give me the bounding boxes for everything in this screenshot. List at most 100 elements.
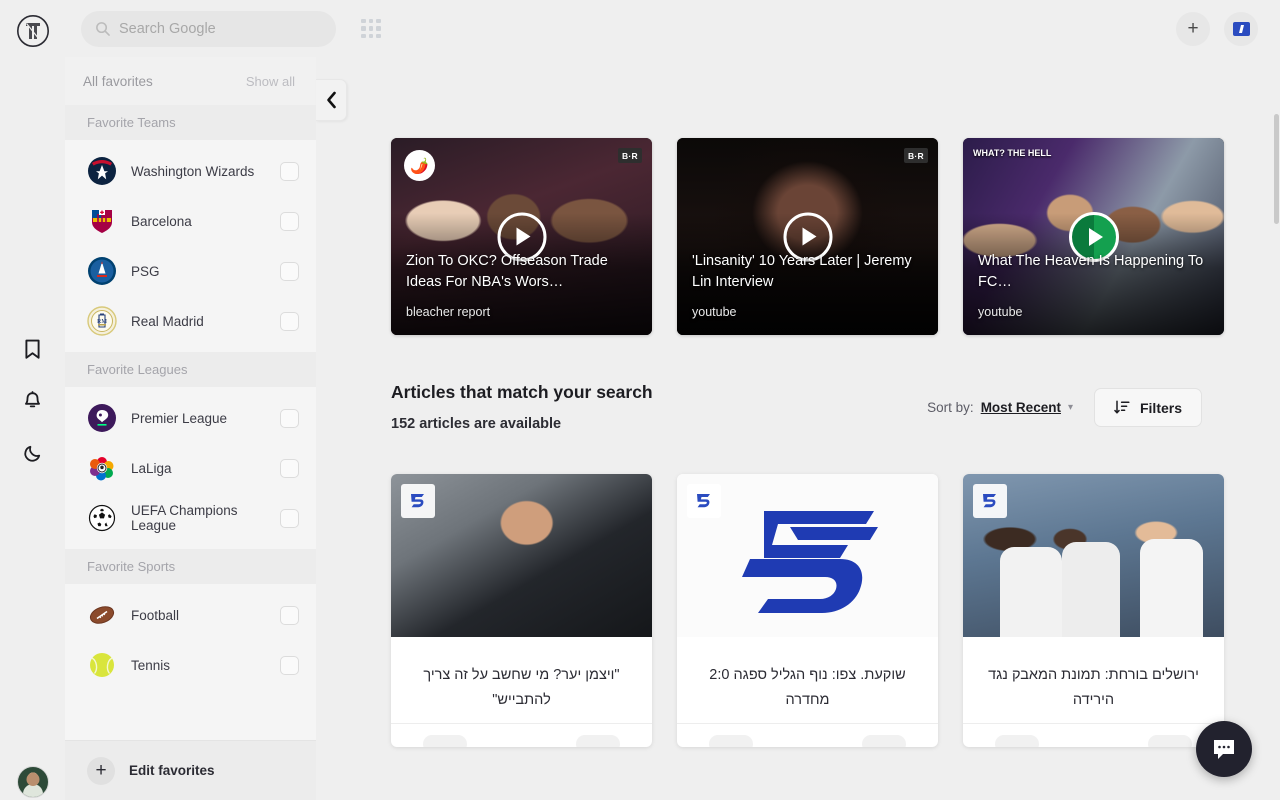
barcelona-logo	[87, 206, 117, 236]
favorites-section-title: Favorite Teams	[65, 105, 316, 140]
dark-mode-moon-icon[interactable]	[21, 440, 45, 466]
favorite-item-checkbox[interactable]	[280, 311, 299, 331]
search-input-wrapper[interactable]	[81, 10, 336, 47]
channel-avatar-icon: 🌶️	[404, 150, 435, 181]
article-action-pill[interactable]	[709, 735, 753, 747]
washington-wizards-logo	[87, 156, 117, 186]
video-card[interactable]: 🌶️ B·R Zion To OKC? Offseason Trade Idea…	[391, 138, 652, 335]
topbar-actions: +	[1176, 11, 1280, 46]
rail-icon-list	[0, 336, 65, 466]
chat-bubble-icon	[1214, 739, 1234, 759]
sort-by-dropdown[interactable]: Sort by: Most Recent ▾	[927, 400, 1073, 415]
article-footer	[963, 723, 1224, 747]
plus-icon: +	[1187, 18, 1199, 39]
favorites-section-items: Washington Wizards Barcelona PSG RM Real Mad…	[65, 140, 316, 352]
user-avatar[interactable]	[17, 766, 49, 798]
articles-controls: Sort by: Most Recent ▾ Filters	[927, 388, 1202, 432]
notifications-bell-icon[interactable]	[21, 388, 45, 414]
favorite-item-row[interactable]: Barcelona	[65, 196, 316, 246]
video-title: What The Heaven Is Happening To FC…	[978, 253, 1204, 290]
show-all-link[interactable]: Show all	[246, 74, 295, 89]
favorite-item-checkbox[interactable]	[280, 458, 299, 478]
favorite-item-checkbox[interactable]	[280, 605, 299, 625]
video-card[interactable]: B·R 'Linsanity' 10 Years Later | Jeremy …	[677, 138, 938, 335]
articles-headings: Articles that match your search 152 arti…	[391, 382, 653, 432]
chat-button[interactable]	[1196, 721, 1252, 777]
search-input[interactable]	[119, 20, 322, 37]
vertical-scrollbar[interactable]	[1274, 114, 1279, 224]
sort-by-label: Sort by:	[927, 400, 974, 415]
article-image	[963, 474, 1224, 637]
article-action-pill[interactable]	[995, 735, 1039, 747]
bookmark-icon[interactable]	[21, 336, 45, 362]
favorite-item-row[interactable]: Football	[65, 590, 316, 640]
article-footer	[391, 723, 652, 747]
favorites-section-items: Premier League LaLiga UEFA Champions Leagu…	[65, 387, 316, 549]
article-image	[677, 474, 938, 637]
video-title: 'Linsanity' 10 Years Later | Jeremy Lin …	[692, 253, 912, 290]
favorite-item-row[interactable]: LaLiga	[65, 443, 316, 493]
edit-favorites-button[interactable]: + Edit favorites	[65, 740, 316, 800]
video-card[interactable]: WHAT? THE HELL What The Heaven Is Happen…	[963, 138, 1224, 335]
favorite-item-label: LaLiga	[131, 460, 172, 476]
what-the-hell-badge: WHAT? THE HELL	[973, 148, 1052, 158]
video-source: youtube	[978, 305, 1023, 319]
collapse-sidebar-button[interactable]	[316, 79, 347, 121]
favorite-item-checkbox[interactable]	[280, 161, 299, 181]
article-action-pill[interactable]	[862, 735, 906, 747]
favorite-item-row[interactable]: PSG	[65, 246, 316, 296]
favorite-item-checkbox[interactable]	[280, 261, 299, 281]
articles-count: 152 articles are available	[391, 416, 562, 432]
top-bar: +	[65, 0, 1280, 57]
favorite-item-row[interactable]: Premier League	[65, 393, 316, 443]
premier-league-logo	[87, 403, 117, 433]
video-source: youtube	[692, 305, 737, 319]
favorite-item-label: Real Madrid	[131, 313, 204, 329]
favorites-title: All favorites	[83, 73, 153, 89]
app-root: + All favorites Show all Favorite TeamsW…	[0, 0, 1280, 800]
filters-button[interactable]: Filters	[1093, 388, 1202, 427]
article-card[interactable]: "ויצמן יער? מי שחשב על זה צריך להתבייש"	[391, 474, 652, 747]
football-icon	[87, 600, 117, 630]
sort-filter-icon	[1114, 400, 1130, 414]
tennis-ball-icon	[87, 650, 117, 680]
favorite-item-row[interactable]: UEFA Champions League	[65, 493, 316, 543]
favorite-item-label: PSG	[131, 263, 160, 279]
favorites-section-items: Football Tennis	[65, 584, 316, 696]
favorite-item-row[interactable]: RM Real Madrid	[65, 296, 316, 346]
app-logo-icon[interactable]	[15, 13, 51, 49]
favorite-item-checkbox[interactable]	[280, 655, 299, 675]
favorite-item-row[interactable]: Washington Wizards	[65, 146, 316, 196]
psg-logo	[87, 256, 117, 286]
brand-tile-icon	[1232, 21, 1250, 36]
article-action-pill[interactable]	[576, 735, 620, 747]
favorite-item-label: Barcelona	[131, 213, 192, 229]
article-image	[391, 474, 652, 637]
apps-grid-icon[interactable]	[359, 17, 383, 41]
articles-heading: Articles that match your search	[391, 382, 653, 402]
favorites-header: All favorites Show all	[65, 57, 316, 105]
sport5-logo	[741, 510, 878, 613]
article-action-pill[interactable]	[1148, 735, 1192, 747]
article-action-pill[interactable]	[423, 735, 467, 747]
brand-button[interactable]	[1224, 11, 1258, 46]
video-source: bleacher report	[406, 305, 491, 319]
favorite-item-checkbox[interactable]	[280, 508, 299, 528]
favorite-item-row[interactable]: Tennis	[65, 640, 316, 690]
uefa-champions-league-logo	[87, 503, 117, 533]
main-content: 🌶️ B·R Zion To OKC? Offseason Trade Idea…	[316, 57, 1280, 800]
favorite-item-checkbox[interactable]	[280, 408, 299, 428]
article-card[interactable]: ירושלים בורחת: תמונת המאבק נגד הירידה	[963, 474, 1224, 747]
sort-by-value: Most Recent	[980, 400, 1061, 415]
filters-label: Filters	[1139, 399, 1182, 416]
search-icon	[96, 22, 110, 36]
favorite-item-checkbox[interactable]	[280, 211, 299, 231]
favorite-item-label: Tennis	[131, 657, 171, 673]
sport5-channel-badge	[687, 484, 721, 518]
favorites-sections: Favorite Teams Washington Wizards Barcelon…	[65, 105, 316, 696]
article-card[interactable]: שוקעת. צפו: נוף הגליל ספגה 2:0 מחדרה	[677, 474, 938, 747]
add-button[interactable]: +	[1176, 11, 1210, 46]
articles-section-header: Articles that match your search 152 arti…	[316, 335, 1280, 432]
plus-icon: +	[87, 756, 115, 785]
real-madrid-logo: RM	[87, 306, 117, 336]
